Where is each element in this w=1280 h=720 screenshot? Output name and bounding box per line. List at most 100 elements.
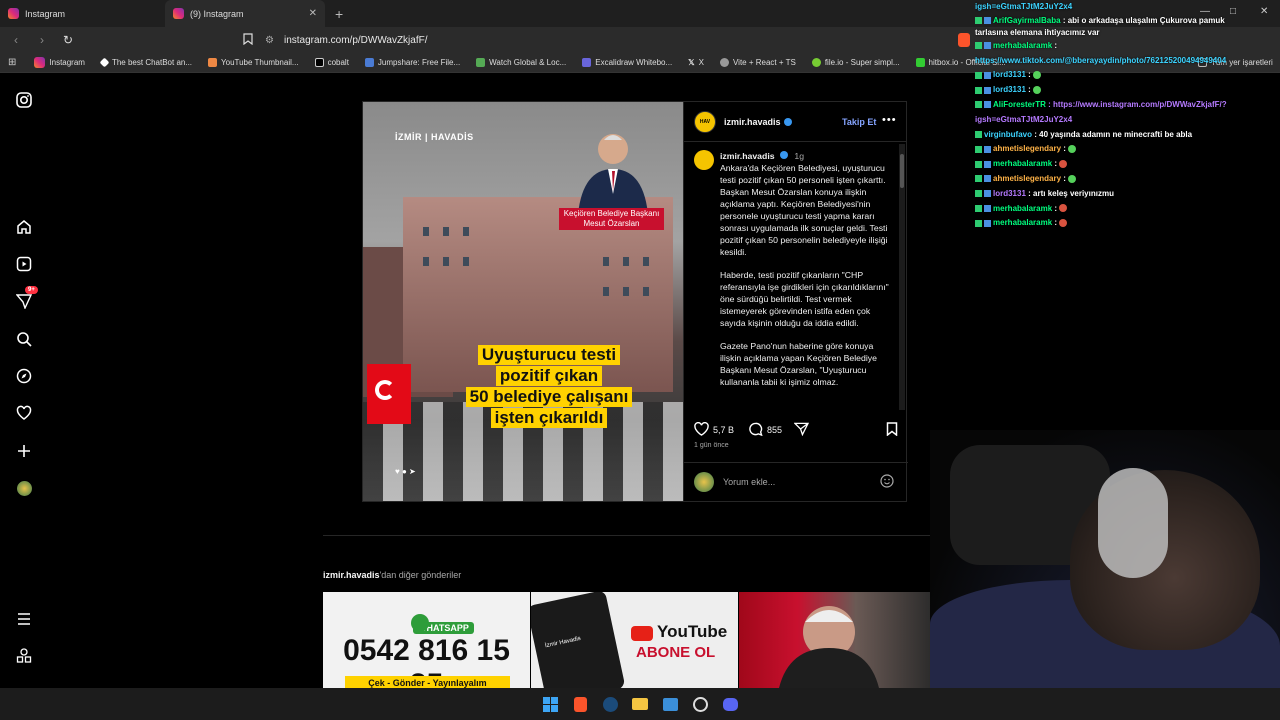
excalidraw-icon <box>582 58 592 67</box>
more-options-icon[interactable]: ••• <box>882 114 897 126</box>
tab-instagram-2[interactable]: (9) Instagram ✕ <box>165 0 325 27</box>
steam-icon[interactable] <box>601 695 619 713</box>
comment-count[interactable]: 855 <box>767 425 782 435</box>
bookmark-item[interactable]: cobalt <box>309 58 355 67</box>
forward-icon[interactable]: › <box>32 33 52 47</box>
chatbot-icon <box>99 57 110 68</box>
scrollbar-thumb[interactable] <box>900 154 904 188</box>
discord-icon[interactable] <box>721 695 739 713</box>
post-thumbnail[interactable]: WHATSAPP 0542 816 15 35 Çek - Gönder - Y… <box>323 592 530 688</box>
apps-grid-icon[interactable]: ⊞ <box>8 57 16 68</box>
headline-line: Uyuşturucu testi <box>477 345 621 365</box>
globe-icon <box>719 58 729 67</box>
tv-icon <box>476 58 486 67</box>
messages-icon[interactable]: 9+ <box>15 286 38 310</box>
sub-badge-icon <box>984 86 991 94</box>
notifications-heart-icon[interactable] <box>15 404 33 422</box>
sub-badge-icon <box>984 101 991 109</box>
sub-badge-icon <box>984 190 991 198</box>
new-tab-button[interactable]: + <box>335 6 343 22</box>
post-thumbnail[interactable] <box>739 592 934 688</box>
mod-badge-icon <box>975 190 982 198</box>
file-explorer-icon[interactable] <box>631 695 649 713</box>
chat-message: merhabalaramk : <box>975 216 1280 231</box>
comment-input[interactable]: Yorum ekle... <box>723 477 871 487</box>
create-plus-icon[interactable] <box>15 442 33 460</box>
back-icon[interactable]: ‹ <box>6 33 26 47</box>
save-bookmark-icon[interactable] <box>886 422 898 438</box>
headline-line: 50 belediye çalışanı <box>465 387 633 407</box>
explore-icon[interactable] <box>15 367 33 385</box>
bookmark-item[interactable]: The best ChatBot an... <box>95 57 198 68</box>
more-posts-username[interactable]: izmir.havadis <box>323 570 380 580</box>
home-icon[interactable] <box>15 218 33 236</box>
reels-icon[interactable] <box>15 255 33 273</box>
mod-badge-icon <box>975 145 982 153</box>
instagram-logo-icon[interactable] <box>15 91 33 109</box>
caption-paragraph: Gazete Pano'nun haberine göre konuya ili… <box>720 341 877 387</box>
like-icon[interactable] <box>694 421 709 438</box>
cobalt-icon <box>314 58 324 67</box>
bookmark-item[interactable]: Watch Global & Loc... <box>470 58 572 67</box>
site-info-icon[interactable]: ⚙ <box>265 35 274 46</box>
bookmark-item[interactable]: Excalidraw Whitebo... <box>576 58 678 67</box>
windows-start-icon[interactable] <box>541 695 559 713</box>
share-icon[interactable] <box>793 422 810 438</box>
photos-icon[interactable] <box>661 695 679 713</box>
bookmark-item[interactable]: Instagram <box>28 57 91 68</box>
more-posts-heading: izmir.havadis'dan diğer gönderiler <box>323 570 462 580</box>
sub-badge-icon <box>984 71 991 79</box>
fileio-icon <box>811 58 821 67</box>
emoji-icon[interactable] <box>880 474 894 490</box>
close-tab-icon[interactable]: ✕ <box>309 8 317 19</box>
caption-avatar[interactable] <box>694 150 714 170</box>
emote-icon <box>1059 219 1068 228</box>
profile-avatar[interactable] <box>15 479 33 497</box>
comment-icon[interactable] <box>748 422 763 438</box>
bookmark-item[interactable]: Vite + React + TS <box>714 58 802 67</box>
chat-message: merhabalaramk : <box>975 202 1280 217</box>
author-username[interactable]: izmir.havadis <box>724 117 781 127</box>
url-field[interactable]: ⚙ instagram.com/p/DWWavZkjafF/ <box>255 30 975 50</box>
instagram-sidebar: 9+ <box>0 73 48 688</box>
mod-badge-icon <box>975 17 982 25</box>
like-count[interactable]: 5,7 B <box>713 425 734 435</box>
chat-message: ahmetislegendary : <box>975 172 1280 187</box>
brave-browser-icon[interactable] <box>571 695 589 713</box>
sub-badge-icon <box>984 160 991 168</box>
headline-line: işten çıkarıldı <box>490 408 608 428</box>
tab-title: (9) Instagram <box>190 8 244 19</box>
obs-icon[interactable] <box>691 695 709 713</box>
post-sidebar: HAV izmir.havadis Takip Et ••• izmir.hav… <box>683 102 908 501</box>
post-thumbnail[interactable]: İzmir Havadis YouTube ABONE OL <box>531 592 738 688</box>
sub-badge-icon <box>984 175 991 183</box>
image-footer-icons: ♥ ● ➤ <box>395 467 416 476</box>
emote-icon <box>1059 160 1068 169</box>
tab-instagram-1[interactable]: Instagram <box>0 0 165 27</box>
mod-badge-icon <box>975 160 982 168</box>
x-logo-icon: 𝕏 <box>688 58 695 67</box>
sub-badge-icon <box>984 42 991 50</box>
post-image[interactable]: İZMİR | HAVADİS Keçiören Belediye Başkan… <box>363 102 683 501</box>
reload-icon[interactable]: ↻ <box>58 33 78 47</box>
author-avatar[interactable]: HAV <box>694 110 716 133</box>
politician-photo <box>779 606 879 688</box>
chat-message: merhabalaramk : <box>975 157 1280 172</box>
brave-shield-icon[interactable] <box>958 33 970 47</box>
bookmark-item[interactable]: file.io - Super simpl... <box>806 58 906 67</box>
follow-button[interactable]: Takip Et <box>842 117 876 127</box>
also-from-meta-icon[interactable] <box>15 647 33 665</box>
caption-username[interactable]: izmir.havadis <box>720 151 775 161</box>
youtube-label: YouTube <box>657 622 728 641</box>
chat-message: igsh=eGtmaTJtM2JuY2x4 <box>975 114 1073 124</box>
person-portrait <box>578 134 648 214</box>
search-icon[interactable] <box>15 330 33 348</box>
bookmark-item[interactable]: 𝕏X <box>682 58 710 67</box>
menu-icon[interactable] <box>15 610 33 628</box>
bookmark-item[interactable]: YouTube Thumbnail... <box>202 58 305 67</box>
tab-title: Instagram <box>25 8 66 19</box>
bookmark-item[interactable]: Jumpshare: Free File... <box>359 58 466 67</box>
caption-scrollbar[interactable] <box>899 144 905 410</box>
phone-image: İzmir Havadis <box>531 592 626 688</box>
mod-badge-icon <box>975 175 982 183</box>
